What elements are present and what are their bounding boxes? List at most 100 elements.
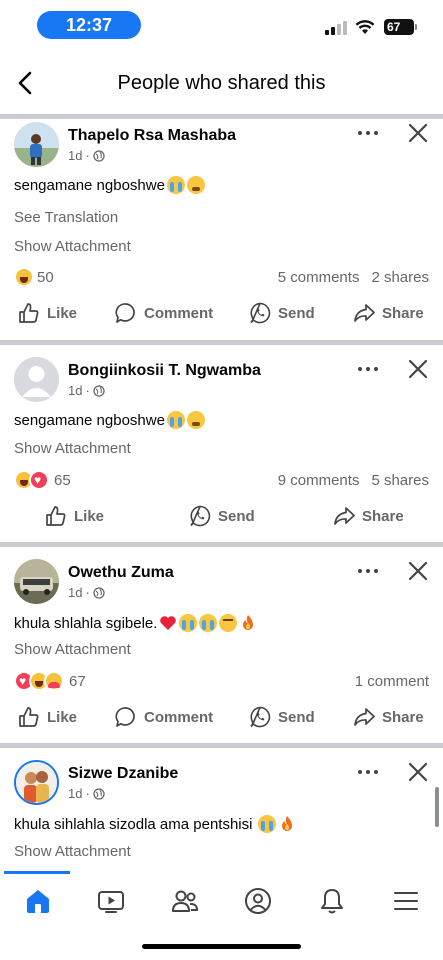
share-button[interactable]: Share	[353, 706, 424, 728]
reaction-count: 67	[69, 672, 86, 690]
more-options-icon[interactable]	[356, 364, 380, 374]
post-stats: 9 comments 5 shares	[278, 472, 429, 489]
cellular-signal-icon	[325, 21, 347, 35]
loudly-crying-face-icon	[166, 411, 185, 429]
show-attachment-link[interactable]: Show Attachment	[14, 843, 131, 860]
send-label: Send	[218, 507, 255, 525]
avatar[interactable]	[14, 559, 59, 604]
share-label: Share	[362, 507, 404, 525]
comment-label: Comment	[144, 708, 214, 726]
whatsapp-send-icon	[250, 302, 271, 324]
globe-icon	[93, 787, 105, 800]
reaction-summary[interactable]: 50	[14, 267, 54, 287]
comments-count[interactable]: 5 comments	[278, 269, 360, 286]
like-icon	[19, 303, 39, 323]
post-text-content: sengamane ngboshwe	[14, 176, 165, 194]
like-label: Like	[47, 708, 78, 726]
show-attachment-link[interactable]: Show Attachment	[14, 238, 131, 255]
post-actions: Like Send Share	[0, 505, 443, 535]
reaction-summary[interactable]: 67	[14, 671, 86, 691]
more-options-icon[interactable]	[356, 128, 380, 138]
more-options-icon[interactable]	[356, 566, 380, 576]
comment-button[interactable]: Comment	[115, 302, 213, 324]
share-icon	[354, 708, 375, 726]
face-with-steam-icon	[186, 176, 205, 194]
bottom-navigation	[0, 871, 443, 931]
close-icon[interactable]	[407, 122, 429, 144]
home-icon[interactable]	[23, 886, 53, 916]
post-text-content: sengamane ngboshwe	[14, 411, 165, 429]
post-actions: Like Comment Send Share	[0, 302, 443, 332]
send-button[interactable]: Send	[249, 302, 315, 324]
notifications-icon[interactable]	[317, 886, 347, 916]
post-text: khula shlahla sgibele.	[14, 614, 257, 632]
friends-icon[interactable]	[170, 886, 200, 916]
share-label: Share	[382, 708, 424, 726]
close-icon[interactable]	[407, 761, 429, 783]
avatar[interactable]	[14, 122, 59, 167]
share-label: Share	[382, 304, 424, 322]
send-button[interactable]: Send	[249, 706, 315, 728]
menu-icon[interactable]	[391, 886, 421, 916]
shares-count[interactable]: 2 shares	[371, 269, 429, 286]
post-author[interactable]: Sizwe Dzanibe	[68, 765, 178, 783]
more-options-icon[interactable]	[356, 767, 380, 777]
reaction-summary[interactable]: 65	[14, 470, 71, 490]
status-time: 12:37	[37, 11, 141, 39]
wifi-icon	[355, 20, 375, 34]
like-button[interactable]: Like	[45, 505, 104, 527]
post-time: 1d	[68, 786, 83, 801]
like-icon	[46, 506, 66, 526]
post-text-content: khula sihlahla sizodla ama pentshisi	[14, 815, 253, 833]
scrollbar[interactable]	[435, 787, 439, 827]
post-author[interactable]: Thapelo Rsa Mashaba	[68, 127, 236, 145]
globe-icon	[93, 384, 105, 397]
post-author[interactable]: Owethu Zuma	[68, 564, 174, 582]
post-meta: 1d ·	[68, 148, 105, 163]
share-button[interactable]: Share	[333, 505, 404, 527]
loudly-crying-face-icon	[179, 614, 198, 632]
share-button[interactable]: Share	[353, 302, 424, 324]
unamused-face-icon	[219, 614, 238, 632]
send-button[interactable]: Send	[189, 505, 255, 527]
post-actions: Like Comment Send Share	[0, 706, 443, 736]
loudly-crying-face-icon	[258, 815, 277, 833]
page-title: People who shared this	[117, 72, 326, 94]
post-time: 1d	[68, 585, 83, 600]
face-with-steam-icon	[186, 411, 205, 429]
video-icon[interactable]	[96, 886, 126, 916]
comments-count[interactable]: 9 comments	[278, 472, 360, 489]
active-tab-indicator	[4, 871, 70, 874]
like-button[interactable]: Like	[18, 706, 77, 728]
like-label: Like	[47, 304, 78, 322]
post-text: khula sihlahla sizodla ama pentshisi	[14, 815, 296, 833]
shares-count[interactable]: 5 shares	[371, 472, 429, 489]
love-reaction-icon	[29, 470, 49, 490]
whatsapp-send-icon	[250, 706, 271, 728]
close-icon[interactable]	[407, 358, 429, 380]
avatar[interactable]	[14, 357, 59, 402]
close-icon[interactable]	[407, 560, 429, 582]
like-icon	[19, 707, 39, 727]
fire-icon	[282, 816, 293, 831]
comment-button[interactable]: Comment	[115, 706, 213, 728]
post-stats: 1 comment	[355, 673, 429, 690]
profile-icon[interactable]	[243, 886, 273, 916]
like-button[interactable]: Like	[18, 302, 77, 324]
see-translation-link[interactable]: See Translation	[14, 209, 118, 226]
send-label: Send	[278, 708, 315, 726]
avatar[interactable]	[14, 760, 59, 805]
whatsapp-send-icon	[190, 505, 211, 527]
post-meta: 1d ·	[68, 786, 105, 801]
home-indicator[interactable]	[142, 944, 301, 949]
show-attachment-link[interactable]: Show Attachment	[14, 440, 131, 457]
post-author[interactable]: Bongiinkosii T. Ngwamba	[68, 362, 261, 380]
share-icon	[354, 304, 375, 322]
like-label: Like	[74, 507, 105, 525]
shared-post: Thapelo Rsa Mashaba 1d · sengamane ngbosh…	[0, 119, 443, 341]
comments-count[interactable]: 1 comment	[355, 673, 429, 690]
globe-icon	[93, 149, 105, 162]
send-label: Send	[278, 304, 315, 322]
show-attachment-link[interactable]: Show Attachment	[14, 641, 131, 658]
post-text: sengamane ngboshwe	[14, 176, 205, 194]
